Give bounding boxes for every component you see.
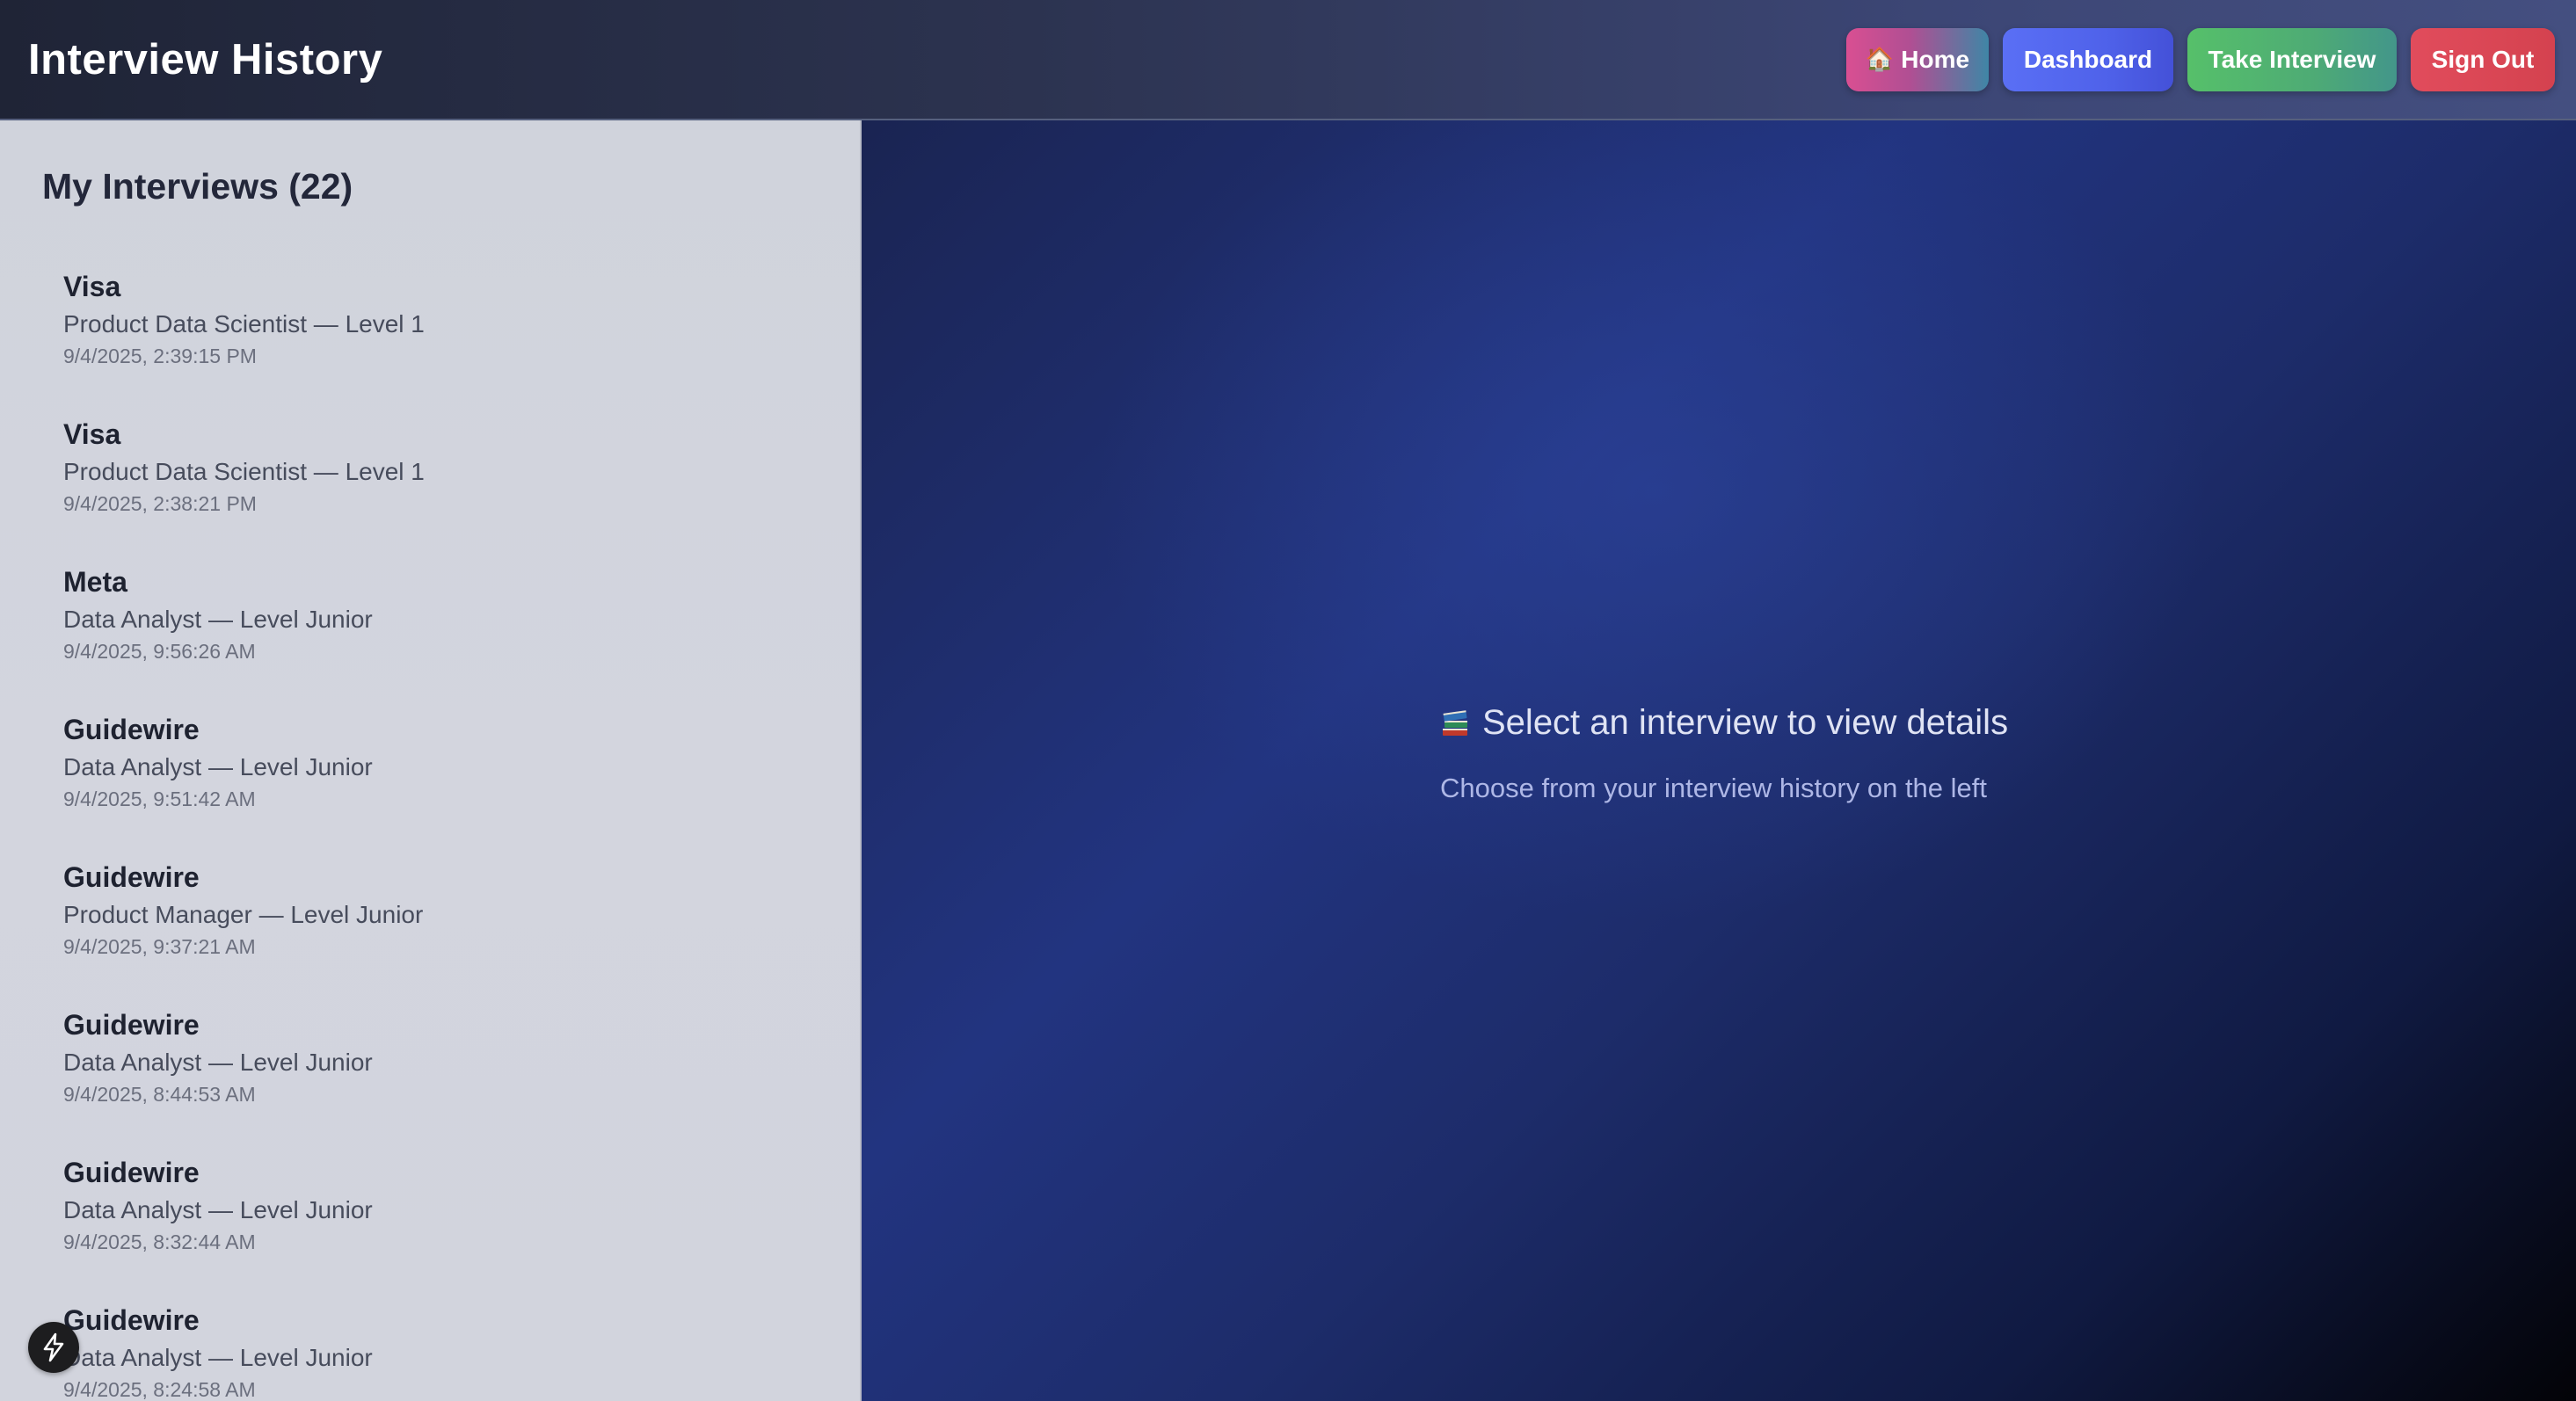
app-root: Interview History 🏠 Home Dashboard Take … bbox=[0, 0, 2576, 1401]
take-interview-button-label: Take Interview bbox=[2208, 45, 2376, 73]
interview-list-item[interactable]: Guidewire Data Analyst — Level Junior 9/… bbox=[0, 1145, 860, 1293]
interview-list-item[interactable]: Guidewire Data Analyst — Level Junior 9/… bbox=[0, 998, 860, 1145]
top-header: Interview History 🏠 Home Dashboard Take … bbox=[0, 0, 2576, 120]
sign-out-button[interactable]: Sign Out bbox=[2411, 27, 2555, 91]
interview-date: 9/4/2025, 2:38:21 PM bbox=[63, 492, 257, 515]
interview-role: Data Analyst — Level Junior bbox=[63, 1344, 373, 1371]
take-interview-button[interactable]: Take Interview bbox=[2187, 27, 2397, 91]
interview-date: 9/4/2025, 9:51:42 AM bbox=[63, 788, 256, 810]
interview-company: Guidewire bbox=[63, 1157, 200, 1188]
interview-role: Data Analyst — Level Junior bbox=[63, 1049, 373, 1076]
interview-role: Product Data Scientist — Level 1 bbox=[63, 458, 425, 485]
sign-out-button-label: Sign Out bbox=[2431, 45, 2535, 73]
home-button[interactable]: 🏠 Home bbox=[1846, 27, 1989, 91]
home-button-label: Home bbox=[1901, 45, 1970, 73]
interview-list-item[interactable]: Visa Product Data Scientist — Level 1 9/… bbox=[0, 407, 860, 555]
interview-date: 9/4/2025, 9:37:21 AM bbox=[63, 935, 256, 958]
interview-role: Data Analyst — Level Junior bbox=[63, 753, 373, 780]
interview-company: Visa bbox=[63, 271, 121, 302]
interview-role: Data Analyst — Level Junior bbox=[63, 1196, 373, 1223]
interview-date: 9/4/2025, 9:56:26 AM bbox=[63, 640, 256, 663]
books-icon bbox=[1443, 710, 1467, 736]
interview-company: Guidewire bbox=[63, 861, 200, 893]
sidebar-heading: My Interviews (22) bbox=[42, 166, 353, 207]
interview-company: Guidewire bbox=[63, 1304, 200, 1336]
interview-date: 9/4/2025, 8:44:53 AM bbox=[63, 1083, 256, 1106]
lightning-bolt-icon bbox=[43, 1332, 64, 1362]
home-icon: 🏠 bbox=[1865, 46, 1895, 72]
empty-state-title: Select an interview to view details bbox=[1440, 700, 2056, 744]
interview-date: 9/4/2025, 8:32:44 AM bbox=[63, 1230, 256, 1253]
interview-company: Meta bbox=[63, 566, 127, 598]
interview-company: Visa bbox=[63, 418, 121, 450]
dashboard-button-label: Dashboard bbox=[2023, 45, 2153, 73]
detail-panel: Select an interview to view details Choo… bbox=[862, 120, 2576, 1401]
interview-company: Guidewire bbox=[63, 714, 200, 745]
interview-company: Guidewire bbox=[63, 1009, 200, 1041]
interview-date: 9/4/2025, 8:24:58 AM bbox=[63, 1378, 256, 1401]
dashboard-button[interactable]: Dashboard bbox=[2003, 27, 2173, 91]
page-title: Interview History bbox=[28, 35, 383, 83]
interview-list-item[interactable]: Visa Product Data Scientist — Level 1 9/… bbox=[0, 259, 860, 407]
dev-tools-button[interactable] bbox=[28, 1322, 79, 1373]
empty-state: Select an interview to view details Choo… bbox=[1440, 700, 2056, 804]
interview-list-item[interactable]: Guidewire Data Analyst — Level Junior 9/… bbox=[0, 702, 860, 850]
interview-list-item[interactable]: Meta Data Analyst — Level Junior 9/4/202… bbox=[0, 555, 860, 702]
interview-list-item[interactable]: Guidewire Data Analyst — Level Junior 9/… bbox=[0, 1293, 860, 1401]
empty-state-subtitle: Choose from your interview history on th… bbox=[1440, 773, 1987, 803]
interview-list: Visa Product Data Scientist — Level 1 9/… bbox=[0, 259, 860, 1401]
interview-date: 9/4/2025, 2:39:15 PM bbox=[63, 345, 257, 367]
interview-role: Data Analyst — Level Junior bbox=[63, 606, 373, 633]
top-nav: 🏠 Home Dashboard Take Interview Sign Out bbox=[1846, 27, 2555, 91]
interview-role: Product Data Scientist — Level 1 bbox=[63, 310, 425, 338]
interview-role: Product Manager — Level Junior bbox=[63, 901, 424, 928]
empty-state-title-text: Select an interview to view details bbox=[1482, 702, 2009, 742]
interview-sidebar[interactable]: My Interviews (22) Visa Product Data Sci… bbox=[0, 120, 862, 1401]
interview-list-item[interactable]: Guidewire Product Manager — Level Junior… bbox=[0, 850, 860, 998]
